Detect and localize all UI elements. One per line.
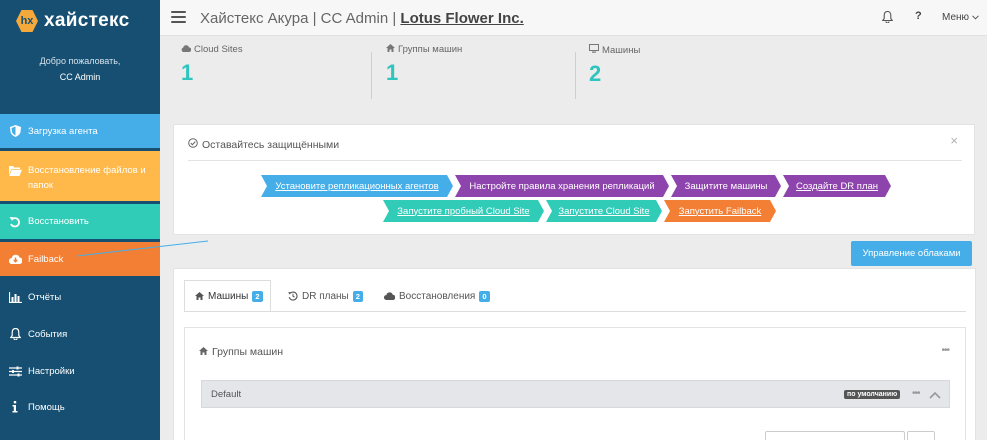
step-create-dr-plan[interactable]: Создайте DR план — [783, 175, 891, 197]
step-run-cloud-site[interactable]: Запустите Cloud Site — [546, 200, 662, 222]
tab-count-badge: 2 — [252, 290, 263, 302]
page-title: Хайстекс Акура | CC Admin | Lotus Flower… — [200, 10, 524, 27]
sidebar-item-label: Помощь — [28, 401, 65, 413]
group-search-input[interactable] — [765, 431, 905, 440]
group-name: Default — [211, 389, 242, 400]
tab-machines[interactable]: Машины 2 — [184, 280, 271, 312]
stat-machines: Машины 2 — [589, 44, 640, 100]
sidebar-item-label: Failback — [28, 253, 64, 265]
chevron-up-icon[interactable] — [929, 390, 941, 400]
help-button[interactable]: ? — [915, 10, 922, 22]
tab-count-badge: 2 — [352, 290, 363, 302]
sidebar-item-label: Восстановление файлов и папок — [28, 165, 146, 191]
shield-icon — [8, 124, 22, 138]
group-search-button[interactable] — [907, 431, 935, 440]
default-badge: по умолчанию — [844, 390, 901, 399]
page-title-prefix: Хайстекс Акура | CC Admin | — [200, 10, 401, 27]
home-icon — [195, 292, 204, 300]
sidebar-item-events[interactable]: События — [0, 317, 160, 351]
welcome-greeting: Добро пожаловать, — [39, 56, 121, 66]
home-icon — [199, 346, 212, 358]
top-header: Хайстекс Акура | CC Admin | Lotus Flower… — [160, 0, 987, 36]
sidebar-item-label: Настройки — [28, 365, 75, 377]
manage-clouds-button[interactable]: Управление облаками — [851, 241, 972, 266]
pointer-line — [76, 240, 209, 257]
logo[interactable]: hx хайстекс — [16, 10, 129, 32]
sidebar-item-reports[interactable]: Отчёты — [0, 280, 160, 314]
stay-protected-panel: Оставайтесь защищёнными × Установите реп… — [173, 124, 975, 235]
stat-divider — [371, 52, 372, 99]
history-icon — [288, 291, 298, 301]
sidebar-item-settings[interactable]: Настройки — [0, 354, 160, 388]
group-row-default[interactable]: Default по умолчанию ••• — [201, 380, 950, 408]
cloud-icon — [181, 44, 194, 55]
bar-chart-icon — [8, 290, 22, 304]
sidebar-item-label: События — [28, 328, 68, 340]
user-menu-dropdown[interactable]: Меню — [942, 12, 979, 23]
sidebar-item-label: Отчёты — [28, 291, 62, 303]
stat-label: Группы машин — [398, 44, 463, 55]
tab-label: Машины — [208, 290, 249, 302]
cloud-icon — [384, 292, 395, 300]
panel-title: Оставайтесь защищёнными — [202, 138, 340, 151]
group-more-icon[interactable]: ••• — [912, 388, 920, 399]
divider — [188, 160, 962, 161]
welcome-user: CC Admin — [59, 72, 101, 82]
step-run-failback[interactable]: Запустить Failback — [664, 200, 776, 222]
tab-dr-plans[interactable]: DR планы 2 — [278, 280, 373, 312]
sidebar: hx хайстекс Добро пожаловать, CC Admin З… — [0, 0, 160, 440]
step-test-cloud-site[interactable]: Запустите пробный Cloud Site — [383, 200, 544, 222]
chevron-down-icon — [971, 12, 979, 23]
tab-label: DR планы — [302, 290, 349, 302]
monitor-icon — [589, 44, 602, 56]
undo-icon — [8, 215, 22, 229]
sidebar-item-label: Загрузка агента — [28, 125, 98, 137]
sidebar-item-agent-download[interactable]: Загрузка агента — [0, 114, 160, 148]
stat-label: Cloud Sites — [194, 44, 243, 55]
home-icon — [386, 44, 398, 55]
step-install-agents[interactable]: Установите репликационных агентов — [261, 175, 453, 197]
info-icon — [8, 400, 22, 414]
stat-divider — [575, 52, 576, 99]
sliders-icon — [8, 364, 22, 378]
close-icon[interactable]: × — [950, 133, 958, 148]
sidebar-item-help[interactable]: Помощь — [0, 390, 160, 424]
menu-label: Меню — [942, 12, 970, 23]
sidebar-item-restore[interactable]: Восстановить — [0, 204, 160, 239]
tab-count-badge: 0 — [479, 290, 490, 302]
sidebar-item-restore-files[interactable]: Восстановление файлов и папок — [0, 151, 160, 201]
cloud-download-icon — [8, 252, 22, 266]
sidebar-item-label: Восстановить — [28, 216, 89, 227]
bell-icon — [8, 327, 22, 341]
hamburger-menu-icon[interactable] — [171, 11, 186, 23]
tabs-panel: Машины 2 DR планы 2 Восстановления 0 Гру… — [173, 268, 976, 440]
tab-label: Восстановления — [399, 290, 476, 302]
tabs-divider — [184, 311, 966, 312]
check-circle-icon — [188, 138, 202, 151]
stat-label: Машины — [602, 44, 641, 56]
groups-title: Группы машин — [212, 346, 284, 358]
groups-more-icon[interactable]: ••• — [941, 345, 949, 356]
stat-value: 1 — [386, 60, 399, 85]
logo-text: хайстекс — [44, 10, 130, 31]
stat-value: 2 — [589, 61, 602, 86]
step-retention-rules[interactable]: Настройте правила хранения репликаций — [455, 175, 669, 197]
stat-value: 1 — [181, 60, 194, 85]
org-link[interactable]: Lotus Flower Inc. — [400, 10, 523, 27]
logo-badge: hx — [16, 10, 38, 32]
stat-cloud-sites: Cloud Sites 1 — [181, 44, 243, 100]
folder-open-icon — [8, 163, 22, 177]
machine-groups-box: Группы машин ••• Default по умолчанию ••… — [184, 327, 966, 440]
stat-machine-groups: Группы машин 1 — [386, 44, 462, 100]
notifications-bell-icon[interactable] — [881, 10, 894, 24]
tab-restores[interactable]: Восстановления 0 — [374, 280, 500, 312]
step-protect-machines[interactable]: Защитите машины — [671, 175, 781, 197]
